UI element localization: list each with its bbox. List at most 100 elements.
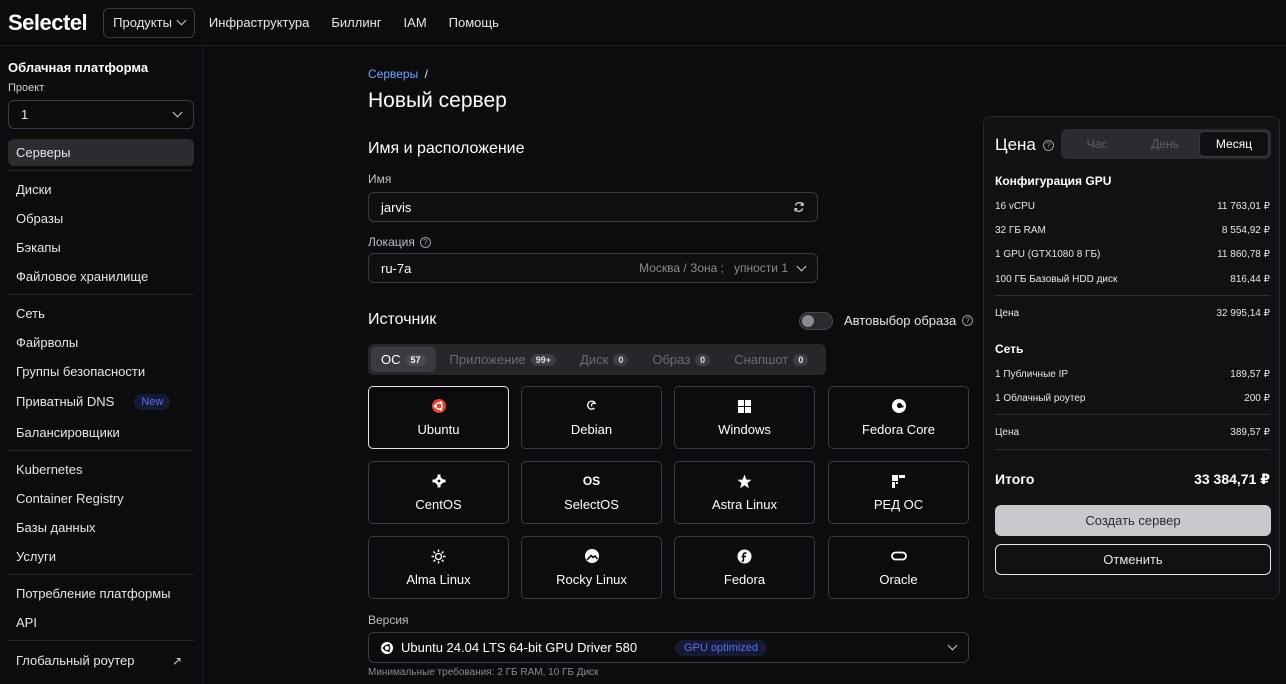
sidebar-item-file-storage[interactable]: Файловое хранилище bbox=[8, 263, 194, 290]
os-card-rocky[interactable]: Rocky Linux bbox=[521, 536, 662, 599]
products-dropdown[interactable]: Продукты bbox=[103, 7, 195, 38]
location-select[interactable]: ru-7a Москва / Зона ; упности 1 bbox=[368, 253, 818, 283]
os-card-debian[interactable]: Debian bbox=[521, 386, 662, 449]
sidebar-item-platform-usage[interactable]: Потребление платформы bbox=[8, 580, 194, 607]
tab-image[interactable]: Образ 0 bbox=[642, 347, 720, 372]
alma-icon bbox=[431, 548, 446, 564]
period-month[interactable]: Месяц bbox=[1199, 131, 1269, 157]
sidebar-divider bbox=[8, 574, 194, 575]
tab-count: 0 bbox=[613, 353, 629, 366]
sidebar-item-firewalls[interactable]: Файрволы bbox=[8, 329, 194, 356]
tab-os[interactable]: ОС 57 bbox=[371, 347, 436, 372]
location-value: ru-7a bbox=[381, 260, 412, 276]
os-card-alma[interactable]: Alma Linux bbox=[368, 536, 509, 599]
ubuntu-icon bbox=[431, 398, 446, 414]
os-name: Debian bbox=[570, 422, 613, 437]
os-card-selectos[interactable]: OS SelectOS bbox=[521, 461, 662, 524]
os-name: SelectOS bbox=[564, 497, 619, 512]
source-title: Источник bbox=[368, 311, 437, 328]
os-card-centos[interactable]: CentOS bbox=[368, 461, 509, 524]
tab-disk[interactable]: Диск 0 bbox=[570, 347, 638, 372]
info-icon[interactable]: ? bbox=[419, 236, 431, 248]
tab-count: 57 bbox=[405, 353, 426, 366]
cancel-button[interactable]: Отменить bbox=[995, 544, 1271, 575]
sidebar-item-container-registry[interactable]: Container Registry bbox=[8, 485, 194, 512]
price-row-label: 1 Облачный роутер bbox=[995, 393, 1086, 404]
selectel-logo[interactable]: Selectel bbox=[8, 10, 88, 36]
source-tabs: ОС 57 Приложение 99+ Диск 0 Образ 0 Снапшот 0 bbox=[368, 344, 826, 375]
version-label-text: Версия bbox=[368, 613, 409, 627]
os-name: Fedora bbox=[723, 572, 766, 587]
external-link-icon: ↗ bbox=[171, 654, 182, 668]
price-row-value: 200 ₽ bbox=[1244, 393, 1270, 404]
sidebar-item-images[interactable]: Образы bbox=[8, 205, 194, 232]
info-icon[interactable]: ? bbox=[1042, 139, 1054, 151]
chevron-down-icon bbox=[947, 640, 958, 651]
location-label-text: Локация bbox=[368, 235, 415, 249]
price-row-value: 816,44 ₽ bbox=[1230, 274, 1270, 285]
price-row-value: 11 860,78 ₽ bbox=[1217, 249, 1270, 260]
project-select[interactable]: 1 bbox=[8, 100, 194, 129]
os-name: Rocky Linux bbox=[556, 572, 627, 587]
nav-infrastructure[interactable]: Инфраструктура bbox=[209, 15, 309, 30]
os-name: Ubuntu bbox=[417, 422, 460, 437]
sidebar-item-services[interactable]: Услуги bbox=[8, 543, 194, 570]
sidebar-item-backups[interactable]: Бэкапы bbox=[8, 234, 194, 261]
os-name: Oracle bbox=[879, 572, 918, 587]
divider bbox=[995, 414, 1270, 415]
price-row-label: 32 ГБ RAM bbox=[995, 225, 1046, 236]
regenerate-name-icon[interactable] bbox=[793, 201, 805, 213]
period-hour[interactable]: Час bbox=[1063, 131, 1131, 157]
sidebar-item-servers[interactable]: Серверы bbox=[8, 139, 194, 166]
sidebar-item-security-groups[interactable]: Группы безопасности bbox=[8, 358, 194, 385]
net-sum-row: Цена 389,57 ₽ bbox=[995, 427, 1270, 438]
os-name: Astra Linux bbox=[711, 497, 778, 512]
breadcrumb-servers-link[interactable]: Серверы bbox=[368, 67, 418, 81]
sidebar-item-kubernetes[interactable]: Kubernetes bbox=[8, 456, 194, 483]
os-card-windows[interactable]: Windows bbox=[674, 386, 815, 449]
os-name: РЕД ОС bbox=[873, 497, 924, 512]
price-title: Цена ? bbox=[995, 135, 1054, 155]
auto-image-toggle[interactable] bbox=[799, 312, 833, 330]
location-pool-text: упности 1 bbox=[733, 261, 788, 275]
price-row: 16 vCPU 11 763,01 ₽ bbox=[995, 201, 1270, 212]
gpu-optimized-badge: GPU optimized bbox=[675, 639, 768, 656]
min-requirements: Минимальные требования: 2 ГБ RAM, 10 ГБ … bbox=[368, 667, 599, 678]
astra-icon bbox=[737, 473, 752, 489]
nav-help[interactable]: Помощь bbox=[449, 15, 499, 30]
sidebar-item-private-dns[interactable]: Приватный DNS New bbox=[8, 388, 194, 415]
os-card-red-os[interactable]: РЕД ОС bbox=[828, 461, 969, 524]
price-row: 1 Публичные IP 189,57 ₽ bbox=[995, 369, 1270, 380]
price-row-label: 1 Публичные IP bbox=[995, 369, 1069, 380]
sidebar-item-network[interactable]: Сеть bbox=[8, 300, 194, 327]
os-card-oracle[interactable]: Oracle bbox=[828, 536, 969, 599]
price-row: 100 ГБ Базовый HDD диск 816,44 ₽ bbox=[995, 274, 1270, 285]
tab-app[interactable]: Приложение 99+ bbox=[440, 347, 567, 372]
divider bbox=[995, 295, 1270, 296]
nav-billing[interactable]: Биллинг bbox=[331, 15, 381, 30]
sidebar-item-global-router[interactable]: Глобальный роутер ↗ bbox=[8, 647, 194, 674]
sidebar-item-disks[interactable]: Диски bbox=[8, 176, 194, 203]
server-name-input[interactable]: jarvis bbox=[368, 192, 818, 222]
page-title: Новый сервер bbox=[368, 89, 507, 112]
version-select[interactable]: Ubuntu 24.04 LTS 64-bit GPU Driver 580 G… bbox=[368, 632, 969, 663]
breadcrumb: Серверы / bbox=[368, 67, 428, 81]
info-icon[interactable]: ? bbox=[962, 315, 974, 326]
period-day[interactable]: День bbox=[1131, 131, 1199, 157]
project-label: Проект bbox=[8, 82, 45, 94]
tab-snapshot[interactable]: Снапшот 0 bbox=[724, 347, 818, 372]
sidebar-divider bbox=[8, 640, 194, 641]
nav-iam[interactable]: IAM bbox=[404, 15, 427, 30]
sidebar-item-databases[interactable]: Базы данных bbox=[8, 514, 194, 541]
price-title-text: Цена bbox=[995, 135, 1036, 154]
divider bbox=[995, 449, 1270, 450]
price-row-value: 389,57 ₽ bbox=[1230, 427, 1270, 438]
os-card-fedora[interactable]: Fedora bbox=[674, 536, 815, 599]
total-row: Итого 33 384,71 ₽ bbox=[995, 471, 1270, 488]
os-card-astra[interactable]: Astra Linux bbox=[674, 461, 815, 524]
create-server-button[interactable]: Создать сервер bbox=[995, 505, 1271, 536]
sidebar-item-api[interactable]: API bbox=[8, 609, 194, 636]
sidebar-item-load-balancers[interactable]: Балансировщики bbox=[8, 419, 194, 446]
os-card-fedora-core[interactable]: Fedora Core bbox=[828, 386, 969, 449]
os-card-ubuntu[interactable]: Ubuntu bbox=[368, 386, 509, 449]
